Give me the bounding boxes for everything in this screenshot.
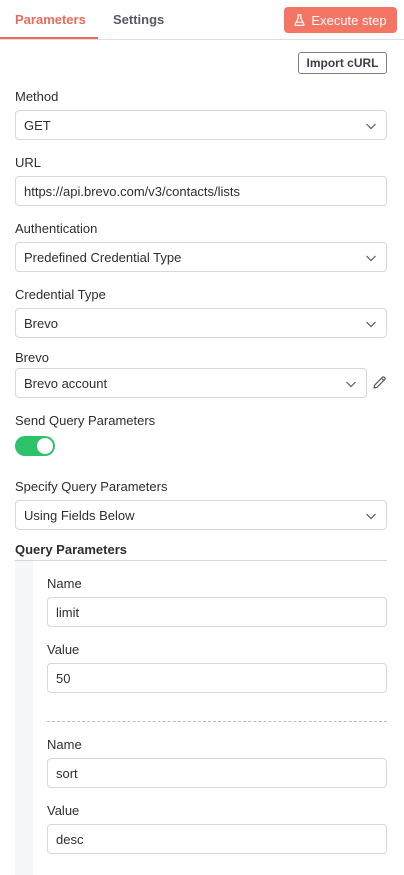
toggle-knob bbox=[37, 438, 53, 454]
active-tab-indicator bbox=[0, 37, 98, 39]
param-value-label: Value bbox=[47, 803, 80, 818]
credential-type-label: Credential Type bbox=[15, 287, 106, 302]
authentication-select[interactable]: Predefined Credential Type bbox=[15, 242, 387, 272]
authentication-label: Authentication bbox=[15, 221, 98, 236]
param-value-value: desc bbox=[56, 831, 84, 847]
brevo-value: Brevo account bbox=[24, 375, 108, 391]
chevron-down-icon bbox=[366, 123, 376, 130]
param-value-label: Value bbox=[47, 642, 80, 657]
section-divider bbox=[15, 560, 387, 561]
param-name-value: limit bbox=[56, 604, 80, 620]
authentication-value: Predefined Credential Type bbox=[24, 249, 182, 265]
method-select[interactable]: GET bbox=[15, 110, 387, 140]
query-parameters-rail bbox=[15, 561, 33, 875]
specify-query-label: Specify Query Parameters bbox=[15, 479, 168, 494]
specify-query-select[interactable]: Using Fields Below bbox=[15, 500, 387, 530]
url-input[interactable]: https://api.brevo.com/v3/contacts/lists bbox=[15, 176, 387, 206]
tab-settings[interactable]: Settings bbox=[113, 12, 164, 27]
specify-query-value: Using Fields Below bbox=[24, 507, 135, 523]
method-label: Method bbox=[15, 89, 59, 104]
pencil-icon[interactable] bbox=[372, 375, 387, 390]
query-parameters-title: Query Parameters bbox=[15, 542, 128, 557]
param-value-input[interactable]: 50 bbox=[47, 663, 387, 693]
param-separator bbox=[47, 721, 387, 722]
chevron-down-icon bbox=[366, 321, 376, 328]
param-name-input[interactable]: sort bbox=[47, 758, 387, 788]
chevron-down-icon bbox=[366, 513, 376, 520]
flask-icon bbox=[294, 14, 306, 26]
url-label: URL bbox=[15, 155, 42, 170]
brevo-label: Brevo bbox=[15, 350, 49, 365]
execute-step-label: Execute step bbox=[311, 12, 387, 28]
send-query-toggle[interactable] bbox=[15, 436, 55, 456]
param-value-input[interactable]: desc bbox=[47, 824, 387, 854]
send-query-label: Send Query Parameters bbox=[15, 413, 156, 428]
chevron-down-icon bbox=[366, 255, 376, 262]
tab-parameters[interactable]: Parameters bbox=[15, 12, 86, 27]
credential-type-select[interactable]: Brevo bbox=[15, 308, 387, 338]
execute-step-button[interactable]: Execute step bbox=[284, 7, 397, 33]
url-value: https://api.brevo.com/v3/contacts/lists bbox=[24, 183, 241, 199]
credential-type-value: Brevo bbox=[24, 315, 58, 331]
param-name-input[interactable]: limit bbox=[47, 597, 387, 627]
param-name-label: Name bbox=[47, 576, 82, 591]
param-value-value: 50 bbox=[56, 670, 71, 686]
method-value: GET bbox=[24, 117, 51, 133]
chevron-down-icon bbox=[346, 381, 356, 388]
param-name-label: Name bbox=[47, 737, 82, 752]
import-curl-button[interactable]: Import cURL bbox=[298, 52, 387, 74]
brevo-credential-select[interactable]: Brevo account bbox=[15, 368, 367, 398]
param-name-value: sort bbox=[56, 765, 78, 781]
